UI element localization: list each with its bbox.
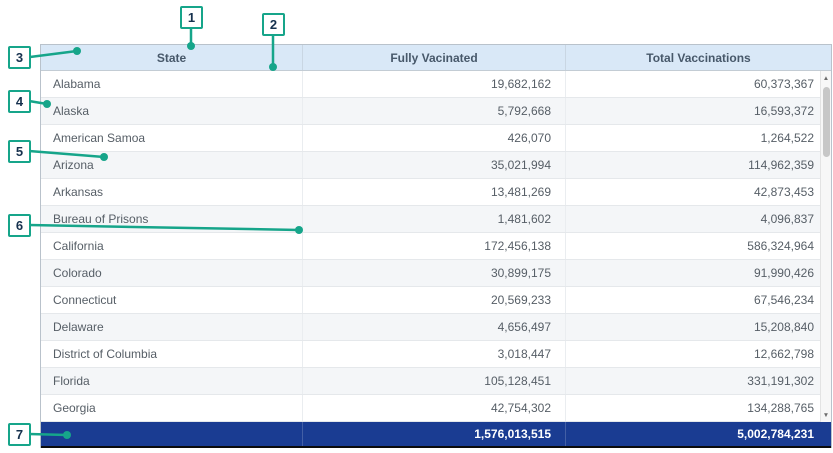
callout-7: 7 [8, 423, 31, 446]
state-cell: Alaska [41, 98, 303, 124]
state-cell: Colorado [41, 260, 303, 286]
scroll-down-icon[interactable]: ▼ [821, 408, 832, 422]
callout-3: 3 [8, 46, 31, 69]
state-cell: Arizona [41, 152, 303, 178]
state-cell: Georgia [41, 395, 303, 421]
total-vaccinations-cell: 586,324,964 [566, 233, 831, 259]
fully-vaccinated-cell: 30,899,175 [303, 260, 566, 286]
fully-vaccinated-cell: 1,481,602 [303, 206, 566, 232]
state-cell: Arkansas [41, 179, 303, 205]
fully-vaccinated-cell: 35,021,994 [303, 152, 566, 178]
table-body: Alabama19,682,16260,373,367Alaska5,792,6… [41, 71, 831, 422]
total-fully-vaccinated: 1,576,013,515 [303, 422, 566, 446]
state-cell: District of Columbia [41, 341, 303, 367]
total-vaccinations-cell: 67,546,234 [566, 287, 831, 313]
table-row[interactable]: Connecticut20,569,23367,546,234 [41, 287, 831, 314]
scrollbar-thumb[interactable] [823, 87, 830, 157]
fully-vaccinated-cell: 3,018,447 [303, 341, 566, 367]
state-cell: Connecticut [41, 287, 303, 313]
attribute-table: State Fully Vacinated Total Vaccinations… [40, 44, 832, 448]
state-cell: Delaware [41, 314, 303, 340]
callout-2: 2 [262, 13, 285, 36]
fully-vaccinated-cell: 4,656,497 [303, 314, 566, 340]
table-row[interactable]: Alabama19,682,16260,373,367 [41, 71, 831, 98]
total-vaccinations-cell: 60,373,367 [566, 71, 831, 97]
total-vaccinations-cell: 42,873,453 [566, 179, 831, 205]
fully-vaccinated-cell: 5,792,668 [303, 98, 566, 124]
total-vaccinations-cell: 134,288,765 [566, 395, 831, 421]
column-header-fully-vaccinated[interactable]: Fully Vacinated [303, 45, 566, 70]
fully-vaccinated-cell: 105,128,451 [303, 368, 566, 394]
total-vaccinations-cell: 91,990,426 [566, 260, 831, 286]
fully-vaccinated-cell: 13,481,269 [303, 179, 566, 205]
state-cell: Alabama [41, 71, 303, 97]
table-row[interactable]: Florida105,128,451331,191,302 [41, 368, 831, 395]
callout-4: 4 [8, 90, 31, 113]
vertical-scrollbar[interactable]: ▲ ▼ [820, 71, 831, 422]
table-row[interactable]: American Samoa426,0701,264,522 [41, 125, 831, 152]
table-total-row: 1,576,013,515 5,002,784,231 [41, 422, 831, 448]
fully-vaccinated-cell: 426,070 [303, 125, 566, 151]
table-row[interactable]: Delaware4,656,49715,208,840 [41, 314, 831, 341]
state-cell: Florida [41, 368, 303, 394]
total-vaccinations-cell: 15,208,840 [566, 314, 831, 340]
table-rows: Alabama19,682,16260,373,367Alaska5,792,6… [41, 71, 831, 422]
table-row[interactable]: District of Columbia3,018,44712,662,798 [41, 341, 831, 368]
scrollbar-track[interactable] [821, 85, 832, 408]
table-row[interactable]: Georgia42,754,302134,288,765 [41, 395, 831, 422]
state-cell: Bureau of Prisons [41, 206, 303, 232]
total-vaccinations-cell: 4,096,837 [566, 206, 831, 232]
column-header-total-vaccinations[interactable]: Total Vaccinations [566, 45, 831, 70]
callout-6: 6 [8, 214, 31, 237]
total-vaccinations-cell: 12,662,798 [566, 341, 831, 367]
total-vaccinations-cell: 114,962,359 [566, 152, 831, 178]
fully-vaccinated-cell: 42,754,302 [303, 395, 566, 421]
state-cell: California [41, 233, 303, 259]
column-header-state[interactable]: State [41, 45, 303, 70]
fully-vaccinated-cell: 20,569,233 [303, 287, 566, 313]
table-row[interactable]: Arkansas13,481,26942,873,453 [41, 179, 831, 206]
table-row[interactable]: Colorado30,899,17591,990,426 [41, 260, 831, 287]
table-header-row: State Fully Vacinated Total Vaccinations [41, 45, 831, 71]
total-vaccinations-cell: 1,264,522 [566, 125, 831, 151]
annotated-table-screenshot: State Fully Vacinated Total Vaccinations… [0, 0, 833, 453]
state-cell: American Samoa [41, 125, 303, 151]
fully-vaccinated-cell: 172,456,138 [303, 233, 566, 259]
table-row[interactable]: Bureau of Prisons1,481,6024,096,837 [41, 206, 831, 233]
callout-1: 1 [180, 6, 203, 29]
total-total-vaccinations: 5,002,784,231 [566, 422, 831, 446]
scroll-up-icon[interactable]: ▲ [821, 71, 832, 85]
total-vaccinations-cell: 331,191,302 [566, 368, 831, 394]
callout-5: 5 [8, 140, 31, 163]
total-vaccinations-cell: 16,593,372 [566, 98, 831, 124]
fully-vaccinated-cell: 19,682,162 [303, 71, 566, 97]
table-row[interactable]: Alaska5,792,66816,593,372 [41, 98, 831, 125]
table-row[interactable]: California172,456,138586,324,964 [41, 233, 831, 260]
total-row-state-cell [41, 422, 303, 446]
table-row[interactable]: Arizona35,021,994114,962,359 [41, 152, 831, 179]
